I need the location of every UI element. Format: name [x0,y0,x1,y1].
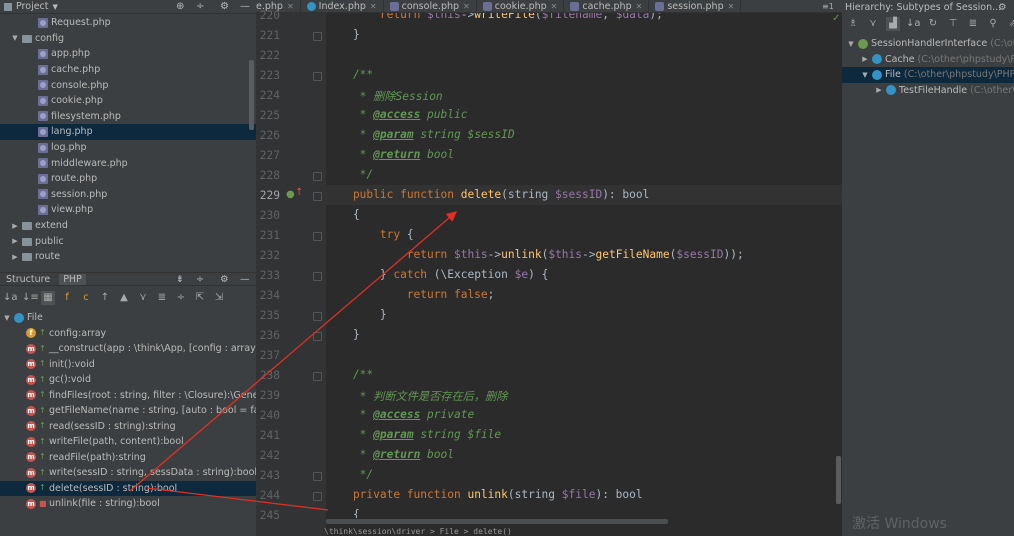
annotation-arrows [129,211,457,511]
arrow-to-unlink-definition [146,487,329,511]
arrow-to-delete-definition [129,211,457,492]
